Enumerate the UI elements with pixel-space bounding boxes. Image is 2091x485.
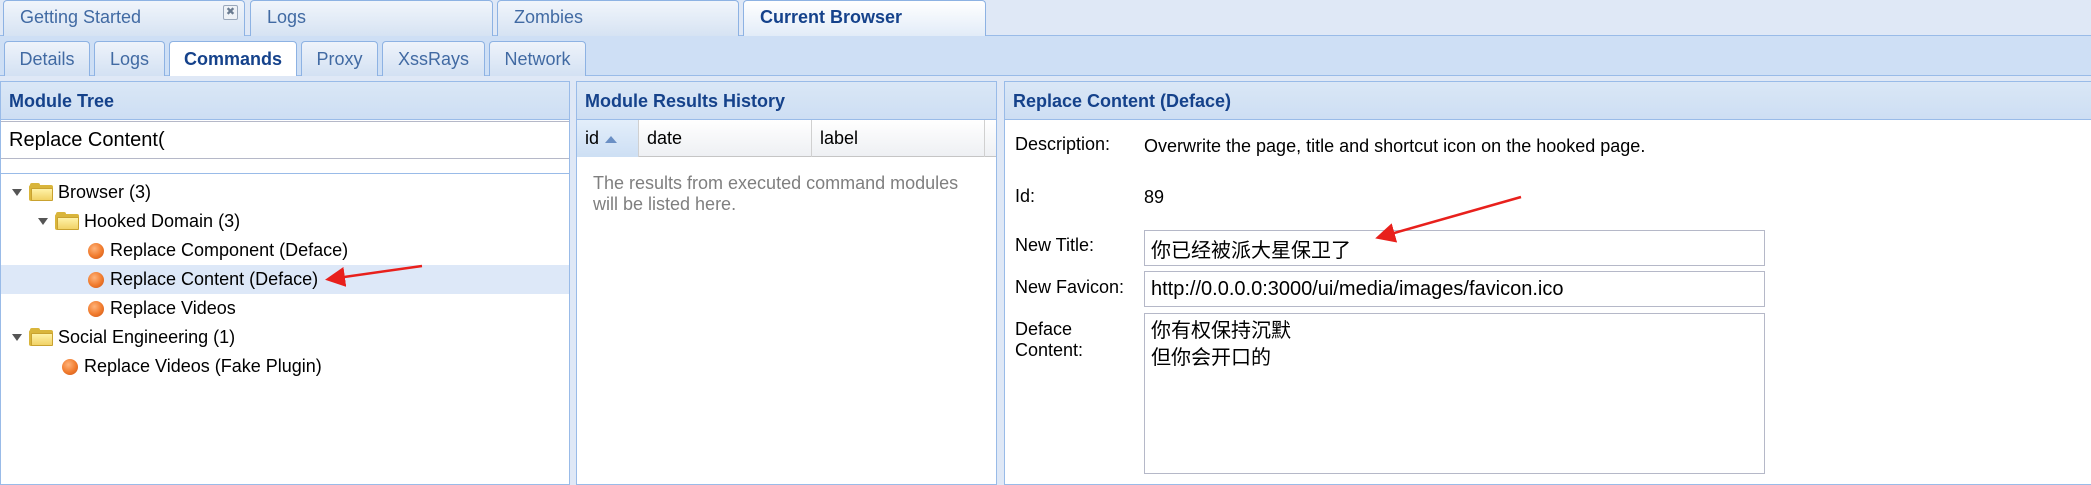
folder-open-icon (55, 212, 79, 230)
id-label: Id: (1015, 186, 1036, 206)
expand-arrow-icon[interactable] (12, 189, 22, 196)
tab-label: Getting Started (20, 7, 142, 27)
tab-label: Zombies (514, 7, 584, 27)
deface-content-textarea[interactable]: 你有权保持沉默 但你会开口的 (1144, 313, 1765, 474)
new-favicon-label: New Favicon: (1015, 277, 1125, 297)
tree-item-label: Social Engineering (1) (58, 327, 236, 347)
results-grid-header: id date label (577, 120, 996, 157)
module-tree-panel: Module Tree Browser (3) Hooked Domain (3… (0, 81, 570, 485)
expand-arrow-icon[interactable] (38, 218, 48, 225)
panel-title: Replace Content (Deface) (1005, 82, 2091, 120)
tree-module-replace-videos-fake-plugin[interactable]: Replace Videos (Fake Plugin) (1, 352, 569, 381)
tab-label: Network (504, 49, 571, 69)
tab-details[interactable]: Details (4, 41, 90, 76)
tab-proxy[interactable]: Proxy (301, 41, 378, 76)
empty-results-text: The results from executed command module… (593, 173, 959, 214)
label-line: Deface (1015, 319, 1073, 339)
results-history-panel: Module Results History id date label The… (576, 81, 997, 485)
tab-getting-started[interactable]: Getting Started ✖ (3, 0, 245, 36)
tab-network[interactable]: Network (489, 41, 586, 76)
column-header-date[interactable]: date (639, 120, 812, 157)
tree-folder-hooked-domain[interactable]: Hooked Domain (3) (1, 207, 569, 236)
search-container (1, 120, 569, 174)
panel-title: Module Tree (1, 82, 569, 120)
tree-item-label: Replace Videos (110, 298, 236, 318)
module-status-orange-icon (62, 359, 78, 375)
tree-module-replace-content[interactable]: Replace Content (Deface) (1, 265, 569, 294)
tab-current-browser[interactable]: Current Browser (743, 0, 986, 36)
tree-item-label: Hooked Domain (3) (84, 211, 241, 231)
tree-module-replace-videos[interactable]: Replace Videos (1, 294, 569, 323)
module-status-orange-icon (88, 243, 104, 259)
tab-zombies[interactable]: Zombies (497, 0, 739, 36)
new-title-input[interactable] (1144, 230, 1765, 266)
column-label: date (647, 128, 683, 148)
tree-item-label: Browser (3) (58, 182, 152, 202)
tab-xssrays[interactable]: XssRays (382, 41, 485, 76)
tab-logs[interactable]: Logs (250, 0, 493, 36)
tree-module-replace-component[interactable]: Replace Component (Deface) (1, 236, 569, 265)
folder-open-icon (29, 328, 53, 346)
folder-open-icon (29, 183, 53, 201)
module-search-input[interactable] (1, 121, 569, 159)
main-tab-bar: Getting Started ✖ Logs Zombies Current B… (0, 0, 2091, 36)
module-status-orange-icon (88, 301, 104, 317)
browser-sub-tab-bar: Details Logs Commands Proxy XssRays Netw… (0, 36, 2091, 76)
new-favicon-input[interactable] (1144, 271, 1765, 307)
column-label: label (820, 128, 859, 148)
deface-content-label: Deface Content: (1015, 319, 1083, 361)
tree-folder-social-engineering[interactable]: Social Engineering (1) (1, 323, 569, 352)
module-detail-panel: Replace Content (Deface) Description: Ov… (1004, 81, 2091, 485)
module-tree: Browser (3) Hooked Domain (3) Replace Co… (1, 174, 569, 474)
column-header-label[interactable]: label (812, 120, 985, 157)
tab-logs[interactable]: Logs (94, 41, 165, 76)
app-window: Getting Started ✖ Logs Zombies Current B… (0, 0, 2091, 485)
tab-label: Commands (183, 49, 282, 69)
panel-title: Module Results History (577, 82, 996, 120)
module-status-orange-icon (88, 272, 104, 288)
tab-label: XssRays (397, 49, 469, 69)
tree-item-label: Replace Videos (Fake Plugin) (84, 356, 322, 376)
description-label: Description: (1015, 134, 1111, 154)
sort-ascending-icon (605, 135, 618, 143)
tree-item-label: Replace Component (Deface) (110, 240, 349, 260)
tree-folder-browser[interactable]: Browser (3) (1, 178, 569, 207)
description-value: Overwrite the page, title and shortcut i… (1144, 136, 1646, 156)
tab-label: Current Browser (760, 7, 903, 27)
tab-commands[interactable]: Commands (169, 41, 297, 76)
tab-label: Logs (267, 7, 307, 27)
column-label: id (585, 128, 600, 148)
column-header-id[interactable]: id (577, 120, 639, 157)
label-line: Content: (1015, 340, 1084, 360)
tab-label: Logs (109, 49, 150, 69)
tree-item-label: Replace Content (Deface) (110, 269, 319, 289)
new-title-label: New Title: (1015, 235, 1095, 255)
close-icon[interactable]: ✖ (223, 5, 238, 20)
id-value: 89 (1144, 187, 1165, 207)
expand-arrow-icon[interactable] (12, 334, 22, 341)
tab-label: Details (19, 49, 75, 69)
tab-label: Proxy (316, 49, 363, 69)
